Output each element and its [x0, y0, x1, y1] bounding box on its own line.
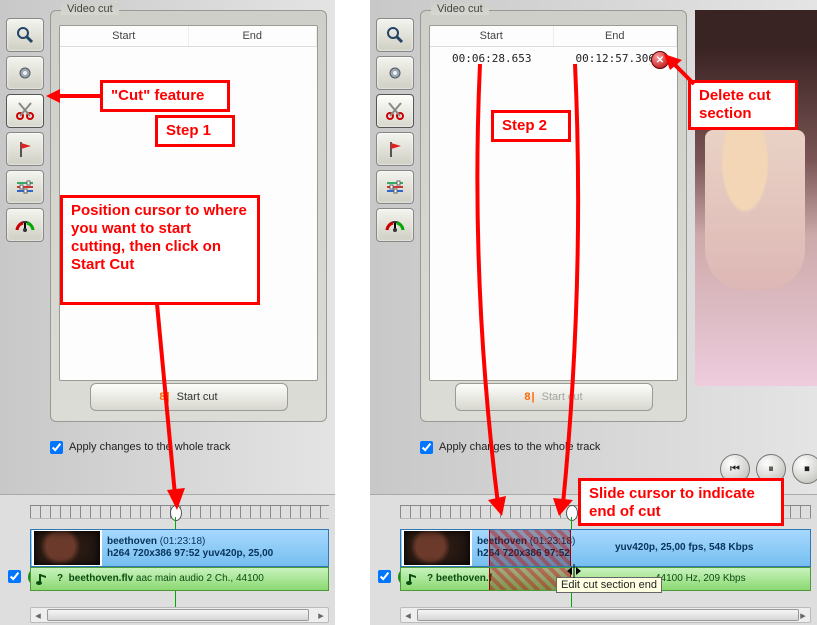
video-preview: [695, 10, 817, 386]
gear-icon[interactable]: [6, 56, 44, 90]
cut-region[interactable]: [489, 530, 571, 566]
playhead-cursor[interactable]: [566, 505, 578, 521]
scroll-right-icon[interactable]: ▸: [314, 609, 328, 622]
annot-position: Position cursor to where you want to sta…: [60, 195, 260, 305]
close-icon: ✕: [656, 55, 664, 66]
scroll-thumb[interactable]: [47, 609, 309, 621]
audio-track-info: ? beethoven.f: [423, 573, 492, 585]
cut-row[interactable]: 00:06:28.653 00:12:57.306 ✕: [430, 47, 677, 69]
video-thumbnail: [402, 529, 472, 567]
video-cut-panel: Video cut Start End 00:06:28.653 00:12:5…: [420, 10, 687, 422]
start-cut-button[interactable]: 8 | Start cut: [455, 383, 653, 411]
timeline-scrollbar[interactable]: ◂ ▸: [400, 607, 811, 623]
resize-cursor-icon: [566, 564, 582, 578]
col-start: Start: [430, 26, 554, 46]
preview-subject: [705, 130, 805, 290]
audio-track[interactable]: ? beethoven.flv aac main audio 2 Ch., 44…: [30, 567, 329, 591]
timeline: beethoven (01:23:18) h264 720x386 97:52 …: [0, 494, 335, 625]
video-track-info: beethoven (01:23:18) h264 720x386 97:52 …: [103, 536, 273, 560]
apply-row: Apply changes to the whole track: [420, 436, 687, 458]
video-track-info-right: yuv420p, 25,00 fps, 548 Kbps: [611, 542, 753, 554]
video-thumbnail: [32, 529, 102, 567]
annot-step2: Step 2: [491, 110, 571, 142]
zoom-icon[interactable]: [6, 18, 44, 52]
start-cut-label: Start cut: [177, 391, 218, 403]
annot-cut-feature: "Cut" feature: [100, 80, 230, 112]
zoom-icon[interactable]: [376, 18, 414, 52]
scissors-icon[interactable]: [6, 94, 44, 128]
col-start: Start: [60, 26, 189, 46]
video-track[interactable]: beethoven (01:23:18) h264 720x386 97:52 …: [30, 529, 329, 567]
audio-track-info: ? beethoven.flv aac main audio 2 Ch., 44…: [53, 573, 264, 585]
flag-icon[interactable]: [6, 132, 44, 166]
scissors-icon[interactable]: [376, 94, 414, 128]
scroll-left-icon[interactable]: ◂: [401, 609, 415, 622]
scroll-left-icon[interactable]: ◂: [31, 609, 45, 622]
video-track[interactable]: beethoven (01:23:18) h264 720x386 97:52 …: [400, 529, 811, 567]
sliders-icon[interactable]: [376, 170, 414, 204]
apply-label: Apply changes to the whole track: [439, 441, 600, 453]
delete-cut-button[interactable]: ✕: [651, 51, 669, 69]
col-end: End: [554, 26, 678, 46]
annot-slide: Slide cursor to indicate end of cut: [578, 478, 784, 526]
cut-glyph-icon: 8 |: [524, 391, 533, 403]
gear-icon[interactable]: [376, 56, 414, 90]
gauge-icon[interactable]: [6, 208, 44, 242]
track-checkbox[interactable]: [378, 570, 391, 583]
start-cut-label: Start cut: [542, 391, 583, 403]
cut-start-value: 00:06:28.653: [430, 52, 554, 65]
playhead-cursor[interactable]: [170, 505, 182, 521]
music-note-icon: [405, 572, 419, 586]
apply-whole-track-checkbox[interactable]: [420, 441, 433, 454]
start-cut-button[interactable]: 8 | Start cut: [90, 383, 288, 411]
gauge-icon[interactable]: [376, 208, 414, 242]
cut-list-header: Start End: [60, 26, 317, 47]
panel-title: Video cut: [61, 3, 119, 15]
stop-button[interactable]: ⏹: [792, 454, 817, 484]
cut-list-header: Start End: [430, 26, 677, 47]
music-note-icon: [35, 572, 49, 586]
timeline-scrollbar[interactable]: ◂ ▸: [30, 607, 329, 623]
apply-whole-track-checkbox[interactable]: [50, 441, 63, 454]
audio-track-info-right: 44100 Hz, 209 Kbps: [651, 573, 746, 585]
tool-column: [376, 18, 412, 242]
track-checkbox[interactable]: [8, 570, 21, 583]
flag-icon[interactable]: [376, 132, 414, 166]
cut-glyph-icon: 8 |: [159, 391, 168, 403]
sliders-icon[interactable]: [6, 170, 44, 204]
tool-column: [6, 18, 42, 242]
annot-step1: Step 1: [155, 115, 235, 147]
cut-list: Start End 00:06:28.653 00:12:57.306 ✕: [429, 25, 678, 381]
annot-delete: Delete cut section: [688, 80, 798, 130]
col-end: End: [189, 26, 318, 46]
panel-title: Video cut: [431, 3, 489, 15]
time-ruler[interactable]: [30, 505, 329, 519]
apply-label: Apply changes to the whole track: [69, 441, 230, 453]
scroll-thumb[interactable]: [417, 609, 799, 621]
apply-row: Apply changes to the whole track: [50, 436, 327, 458]
tooltip-edit-cut-end: Edit cut section end: [556, 577, 662, 593]
